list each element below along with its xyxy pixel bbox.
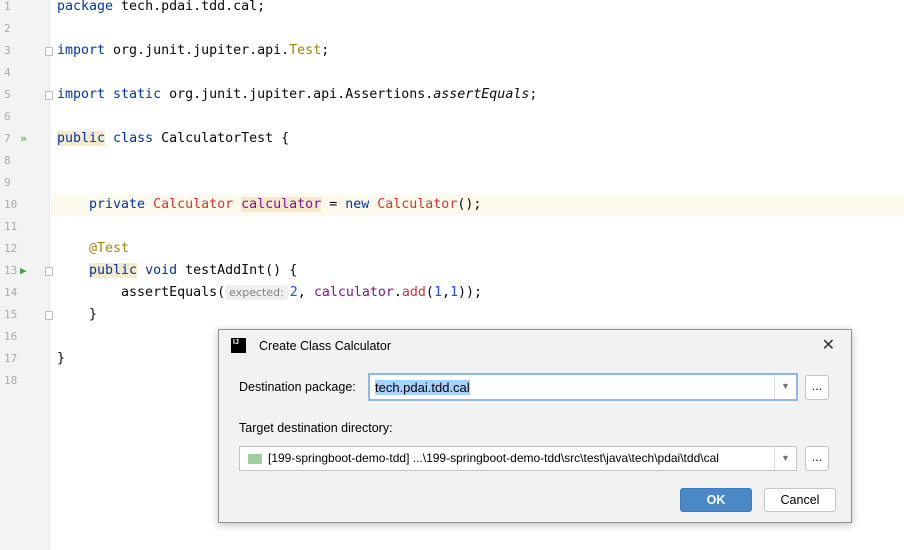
code-line[interactable]: }: [51, 304, 904, 326]
intellij-logo-icon: IJ _: [231, 338, 246, 355]
line-number: 13: [4, 264, 18, 277]
code-line[interactable]: import org.junit.jupiter.api.Test;: [51, 40, 904, 62]
code-token: (: [425, 285, 434, 300]
target-directory-label: Target destination directory:: [239, 421, 393, 435]
line-number: 5: [4, 88, 11, 101]
line-number: 16: [4, 330, 18, 343]
fold-marker-icon[interactable]: [45, 267, 53, 276]
code-token: public: [89, 263, 138, 278]
fold-marker-icon[interactable]: [45, 47, 53, 56]
target-directory-value: [199-springboot-demo-tdd] ...\199-spring…: [268, 451, 719, 465]
code-line[interactable]: [51, 18, 904, 40]
line-number: 8: [4, 154, 11, 167]
code-token: import: [57, 43, 114, 58]
browse-directory-button[interactable]: ...: [805, 446, 829, 471]
code-token: .: [393, 285, 402, 300]
code-line[interactable]: assertEquals(expected: 2, calculator.add(…: [51, 282, 904, 304]
line-number: 17: [4, 352, 18, 365]
chevron-down-icon[interactable]: ▼: [774, 447, 796, 470]
line-number: 14: [4, 286, 18, 299]
line-number: 1: [4, 0, 11, 13]
code-token: calculator: [313, 285, 394, 300]
run-test-icon[interactable]: ▶: [20, 260, 27, 282]
line-number: 18: [4, 374, 18, 387]
code-line[interactable]: package tech.pdai.tdd.cal;: [51, 0, 904, 18]
code-token: tech.pdai.tdd.cal;: [121, 0, 266, 14]
code-token: ();: [457, 197, 482, 212]
code-token: Test: [289, 43, 322, 58]
code-token: add: [401, 285, 426, 300]
line-number: 7: [4, 132, 11, 145]
code-line[interactable]: [51, 150, 904, 172]
line-number: 12: [4, 242, 18, 255]
code-line[interactable]: [51, 216, 904, 238]
code-token: ));: [457, 285, 483, 300]
close-icon[interactable]: ✕: [822, 335, 835, 355]
create-class-dialog: IJ _ Create Class Calculator ✕ Destinatio…: [218, 329, 852, 523]
line-number: 3: [4, 44, 11, 57]
ok-button[interactable]: OK: [680, 488, 752, 512]
line-number: 15: [4, 308, 18, 321]
code-token: class: [105, 131, 162, 146]
code-token: 2: [289, 285, 298, 300]
destination-package-combo[interactable]: tech.pdai.tdd.cal ▼: [368, 373, 798, 401]
browse-package-button[interactable]: ...: [805, 375, 829, 400]
line-number: 9: [4, 176, 11, 189]
fold-marker-icon[interactable]: [45, 91, 53, 100]
code-line[interactable]: [51, 106, 904, 128]
code-line[interactable]: [51, 62, 904, 84]
code-token: ;: [529, 87, 538, 102]
code-token: package: [57, 0, 122, 14]
code-line[interactable]: private Calculator calculator = new Calc…: [51, 194, 904, 216]
code-token: Calculator: [153, 197, 242, 212]
code-token: org.junit.jupiter.api.: [113, 43, 290, 58]
code-token: org.junit.jupiter.api.Assertions.: [169, 87, 434, 102]
line-number: 10: [4, 198, 18, 211]
dialog-title: Create Class Calculator: [259, 339, 391, 353]
code-token: ;: [321, 43, 330, 58]
code-token: private: [57, 197, 154, 212]
chevron-down-icon[interactable]: ▼: [774, 375, 796, 399]
destination-package-label: Destination package:: [239, 380, 356, 394]
code-token: import static: [57, 87, 170, 102]
code-token: void: [137, 263, 186, 278]
cancel-button[interactable]: Cancel: [764, 488, 836, 512]
code-token: ,: [441, 285, 450, 300]
code-line[interactable]: import static org.junit.jupiter.api.Asse…: [51, 84, 904, 106]
dialog-title-bar: IJ _ Create Class Calculator ✕: [219, 330, 851, 360]
code-token: @Test: [89, 241, 130, 256]
code-token: assertEquals: [433, 87, 530, 102]
target-directory-combo[interactable]: [199-springboot-demo-tdd] ...\199-spring…: [239, 446, 797, 471]
line-number: 6: [4, 110, 11, 123]
code-token: testAddInt() {: [185, 263, 298, 278]
code-token: public: [57, 131, 106, 146]
code-token: 1: [449, 285, 458, 300]
line-number: 4: [4, 66, 11, 79]
code-line[interactable]: public void testAddInt() {: [51, 260, 904, 282]
code-token: ,: [297, 285, 314, 300]
code-token: calculator: [241, 197, 322, 212]
destination-package-input[interactable]: tech.pdai.tdd.cal: [375, 380, 470, 395]
code-token: =: [321, 197, 346, 212]
code-line[interactable]: [51, 172, 904, 194]
code-token: Calculator: [377, 197, 458, 212]
code-line[interactable]: public class CalculatorTest {: [51, 128, 904, 150]
fold-marker-icon[interactable]: [45, 311, 53, 320]
code-token: assertEquals(: [57, 285, 226, 300]
run-class-icon[interactable]: »: [20, 128, 27, 150]
code-token: }: [57, 307, 98, 322]
editor-gutter: 1 2 3 4 5 6 7 8 9 10 11 12 13 14 15 16 17 18» ▶: [0, 0, 50, 550]
folder-icon: [248, 453, 262, 464]
code-token: 1: [433, 285, 442, 300]
code-token: }: [57, 351, 66, 366]
line-number: 2: [4, 22, 11, 35]
line-number: 11: [4, 220, 18, 233]
code-token: new: [345, 197, 378, 212]
parameter-hint: expected:: [225, 285, 288, 300]
code-token: CalculatorTest {: [161, 131, 290, 146]
code-line[interactable]: @Test: [51, 238, 904, 260]
